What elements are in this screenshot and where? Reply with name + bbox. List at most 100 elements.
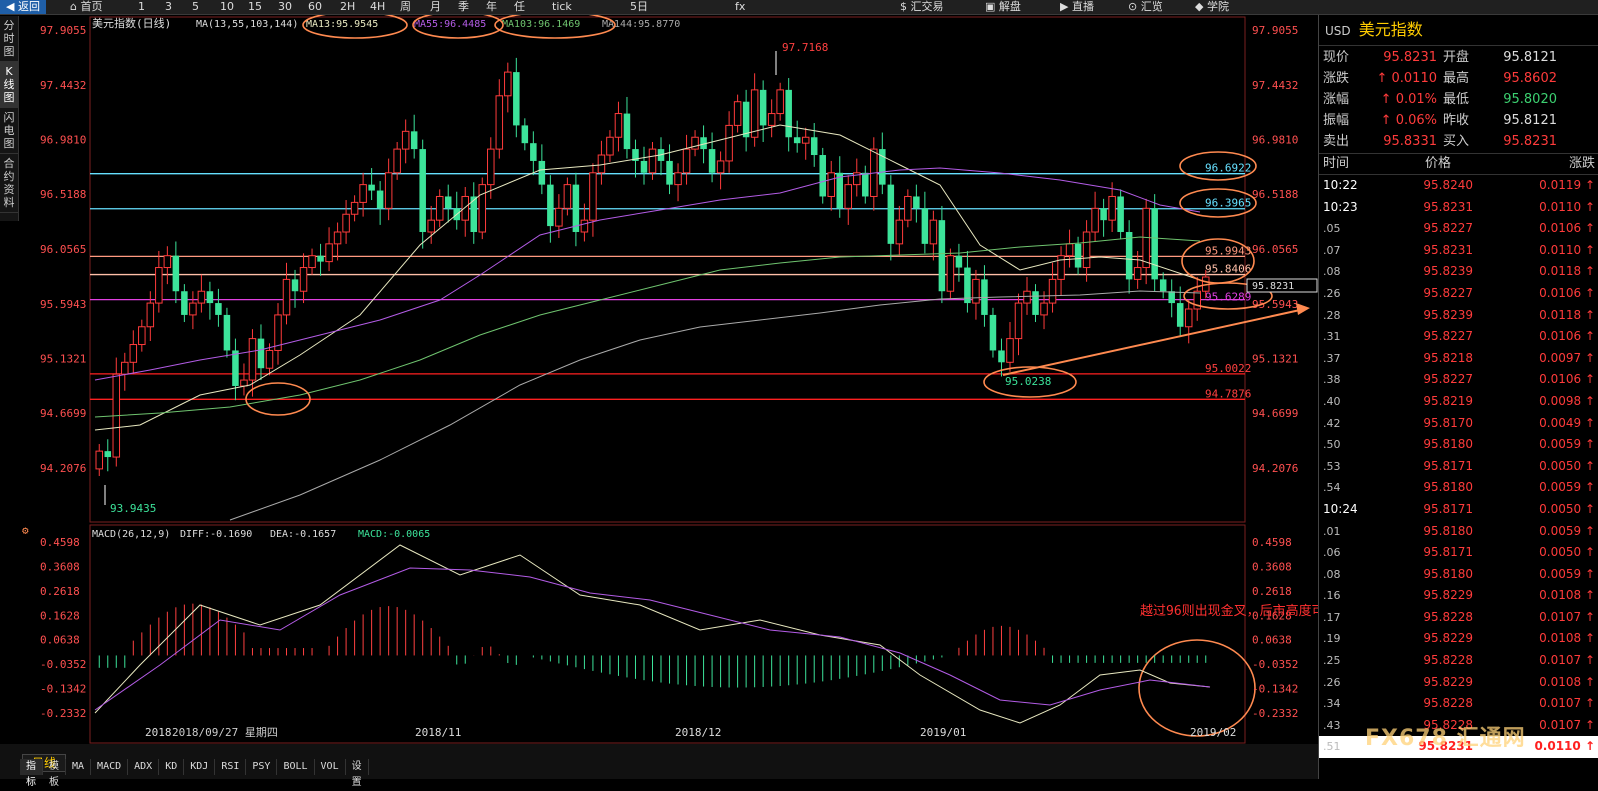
reviews-button[interactable]: ⊙ 汇览 (1128, 0, 1163, 14)
candle-down (291, 279, 299, 292)
tick-change: 0.0118 ↑ (1539, 264, 1595, 279)
tick-change: 0.0107 ↑ (1539, 696, 1595, 711)
back-button[interactable]: ◀ 返回 (0, 0, 46, 14)
candle-down (1159, 279, 1167, 292)
tick-time: .06 (1323, 546, 1341, 560)
candle-down (317, 255, 324, 262)
tick-row: 10:24 95.8171 0.0050 ↑ (1319, 499, 1598, 521)
candle-up (342, 213, 350, 233)
tick-price: 95.8227 (1423, 329, 1473, 344)
candle-down (538, 160, 546, 185)
tick-row: .34 95.8228 0.0107 ↑ (1319, 693, 1598, 715)
candle-down (998, 350, 1005, 363)
candle-up (972, 278, 980, 304)
y-axis-label-right: 96.0565 (1252, 243, 1298, 256)
tick-price: 95.8229 (1423, 674, 1473, 689)
indicator-tab-RSI[interactable]: RSI (215, 759, 247, 775)
period-3[interactable]: 3 (165, 0, 172, 14)
watermark-logo: FX678 汇通网 (1365, 726, 1526, 751)
kline-chart[interactable]: 美元指数(日线) MA(13,55,103,144) MA13:95.9545 MA5… (0, 15, 1318, 745)
tick-time: .50 (1323, 438, 1341, 452)
period-tick[interactable]: tick (552, 0, 572, 14)
indicator-tab-模板[interactable]: 模板 (43, 759, 66, 788)
tick-table[interactable]: 10:22 95.8240 0.0119 ↑ 10:23 95.8231 0.0110 ↑… (1319, 175, 1598, 759)
macd-header: MACD(26,12,9) (92, 529, 170, 540)
home-button[interactable]: ⌂ 首页 (70, 0, 102, 14)
period-年[interactable]: 年 (486, 0, 497, 14)
macd-pane-frame (89, 524, 1246, 744)
indicator-tab-指标[interactable]: 指标 (20, 759, 43, 788)
x-axis-label: 2019/01 (920, 726, 966, 739)
indicator-tab-MA[interactable]: MA (66, 759, 92, 775)
period-1[interactable]: 1 (138, 0, 145, 14)
candle-up (121, 361, 129, 375)
y-axis-label: 94.2076 (40, 462, 86, 475)
candle-down (1168, 291, 1175, 304)
board-button[interactable]: ▣ 解盘 (985, 0, 1021, 14)
indicator-tab-BOLL[interactable]: BOLL (277, 759, 315, 775)
indicator-tab-KD[interactable]: KD (159, 759, 185, 775)
candle-up (350, 201, 359, 215)
tick-row: .42 95.8170 0.0049 ↑ (1319, 413, 1598, 435)
period-2H[interactable]: 2H (340, 0, 355, 14)
candle-down (1074, 243, 1082, 268)
currency-label: USD (1325, 24, 1351, 38)
tick-price: 95.8180 (1423, 480, 1473, 495)
quote-value: ↑ 0.06% (1380, 113, 1437, 128)
macd-axis-label: -0.1342 (40, 683, 86, 696)
tick-time: .26 (1323, 675, 1341, 689)
candle-up (725, 124, 733, 162)
macd-axis-label-right: 0.2618 (1252, 585, 1292, 598)
indicator-tab-KDJ[interactable]: KDJ (184, 759, 216, 775)
period-15[interactable]: 15 (248, 0, 262, 14)
price-pane-frame (89, 16, 1246, 523)
period-10[interactable]: 10 (220, 0, 234, 14)
candle-up (589, 172, 597, 221)
candle-up (580, 219, 589, 233)
tick-price: 95.8180 (1423, 437, 1473, 452)
period-60[interactable]: 60 (308, 0, 322, 14)
period-周[interactable]: 周 (400, 0, 411, 14)
indicator-tab-PSY[interactable]: PSY (246, 759, 278, 775)
tick-price: 95.8170 (1423, 415, 1473, 430)
indicator-tab-ADX[interactable]: ADX (128, 759, 160, 775)
candle-up (1091, 207, 1099, 233)
indicator-tab-MACD[interactable]: MACD (91, 759, 129, 775)
period-月[interactable]: 月 (430, 0, 441, 14)
candle-down (521, 125, 529, 144)
toolbar: ◀ 返回 ⌂ 首页 1 3 5 10 15 30 60 2H 4H 周 月 季 年 任 tick 5日 fx $ 汇交… (0, 0, 1598, 15)
fx-button[interactable]: fx (735, 0, 745, 14)
period-4H[interactable]: 4H (370, 0, 385, 14)
tick-time: .38 (1323, 373, 1341, 387)
candle-up (844, 184, 853, 209)
period-5[interactable]: 5 (192, 0, 199, 14)
y-axis-label-right: 95.1321 (1252, 352, 1298, 365)
tick-price: 95.8171 (1423, 545, 1473, 560)
indicator-tab-VOL[interactable]: VOL (315, 759, 346, 775)
tick-row: .06 95.8171 0.0050 ↑ (1319, 542, 1598, 564)
col-time: 时间 (1323, 156, 1350, 171)
col-change: 涨跌 (1568, 156, 1595, 171)
indicator-tab-设置[interactable]: 设置 (346, 759, 369, 788)
tick-change: 0.0059 ↑ (1539, 480, 1595, 495)
period-任[interactable]: 任 (514, 0, 525, 14)
candle-down (530, 143, 537, 161)
candle-up (435, 195, 444, 221)
tick-change: 0.0098 ↑ (1539, 393, 1595, 408)
candle-up (1040, 302, 1048, 316)
macd-value: MACD:-0.0065 (358, 529, 430, 540)
tick-change: 0.0108 ↑ (1539, 588, 1595, 603)
macd-axis-label: 0.4598 (40, 536, 80, 549)
tick-change: 0.0106 ↑ (1539, 372, 1595, 387)
live-button[interactable]: ▶ 直播 (1060, 0, 1094, 14)
ellipse-macd-cross (1138, 639, 1256, 737)
candle-down (1125, 232, 1133, 280)
tick-time: .42 (1323, 416, 1341, 430)
academy-button[interactable]: ◆ 学院 (1195, 0, 1229, 14)
level-label: 95.6289 (1205, 291, 1251, 304)
period-季[interactable]: 季 (458, 0, 469, 14)
exchange-button[interactable]: $ 汇交易 (900, 0, 944, 14)
x-axis-label: 2019/02 (1190, 726, 1236, 739)
five-day-button[interactable]: 5日 (630, 0, 648, 14)
period-30[interactable]: 30 (278, 0, 292, 14)
